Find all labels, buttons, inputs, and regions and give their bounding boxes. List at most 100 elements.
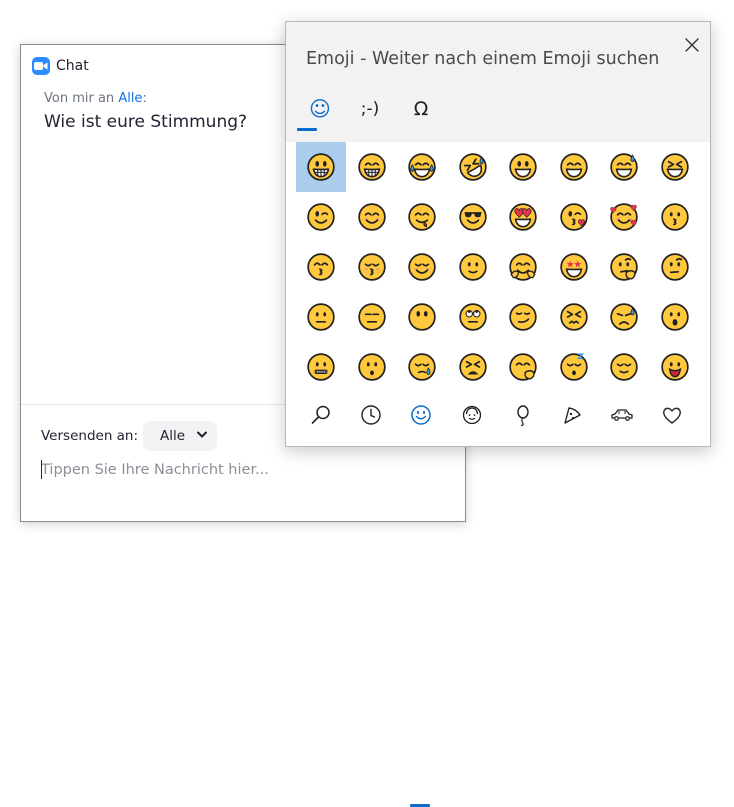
message-meta-prefix: Von mir an	[44, 91, 115, 106]
face-with-tears-of-joy-icon	[408, 153, 436, 181]
emoji-cell[interactable]	[347, 242, 397, 292]
tab-symbols[interactable]: Ω	[401, 94, 441, 124]
thinking-face-icon	[610, 253, 638, 281]
smiling-face-with-heart-eyes-icon	[509, 203, 537, 231]
message-recipient-link[interactable]: Alle	[118, 91, 142, 106]
category-food[interactable]	[557, 400, 587, 430]
chat-title: Chat	[56, 58, 89, 74]
emoji-cell[interactable]	[549, 342, 599, 392]
emoji-cell[interactable]	[549, 242, 599, 292]
emoji-cell[interactable]	[448, 342, 498, 392]
sleepy-face-icon	[408, 353, 436, 381]
send-to-label: Versenden an:	[41, 428, 139, 444]
emoji-cell[interactable]	[347, 192, 397, 242]
emoji-cell[interactable]	[498, 192, 548, 242]
emoji-cell[interactable]	[599, 242, 649, 292]
close-icon	[685, 38, 699, 52]
category-smileys[interactable]	[406, 400, 436, 430]
emoji-cell[interactable]	[650, 242, 700, 292]
face-with-rolling-eyes-icon	[458, 303, 487, 331]
recipient-select[interactable]: Alle	[143, 421, 217, 451]
emoji-cell[interactable]	[599, 192, 649, 242]
chevron-down-icon	[197, 431, 207, 438]
emoji-cell[interactable]	[347, 342, 397, 392]
emoji-cell[interactable]	[397, 142, 447, 192]
kissing-face-with-smiling-eyes-icon	[307, 253, 335, 281]
rolling-on-the-floor-laughing-icon	[458, 153, 487, 181]
face-without-mouth-icon	[408, 303, 436, 331]
smiling-face-with-hearts-icon	[610, 203, 638, 231]
emoji-cell[interactable]	[347, 292, 397, 342]
emoji-cell[interactable]	[599, 342, 649, 392]
close-button[interactable]	[682, 35, 702, 55]
smiling-face-with-sunglasses-icon	[458, 203, 487, 231]
emoji-cell[interactable]	[397, 342, 447, 392]
category-people[interactable]	[457, 400, 487, 430]
winking-face-icon	[307, 203, 335, 231]
emoji-cell[interactable]	[448, 292, 498, 342]
tab-active-indicator	[297, 128, 317, 131]
emoji-cell[interactable]	[397, 242, 447, 292]
emoji-cell[interactable]	[296, 292, 346, 342]
balloon-icon	[517, 405, 529, 426]
category-celebration[interactable]	[507, 400, 537, 430]
emoji-cell[interactable]	[650, 142, 700, 192]
tab-emoji[interactable]: ☺	[300, 94, 340, 124]
emoji-cell[interactable]	[448, 142, 498, 192]
smiley-icon: ☺	[309, 97, 331, 121]
star-struck-icon	[559, 253, 588, 281]
zoom-camera-icon	[32, 57, 50, 75]
emoji-cell[interactable]	[347, 142, 397, 192]
tab-kaomoji[interactable]: ;-)	[350, 94, 390, 124]
tired-face-icon	[458, 353, 487, 381]
emoji-cell[interactable]	[448, 242, 498, 292]
emoji-cell[interactable]	[599, 142, 649, 192]
zipper-mouth-face-icon	[307, 353, 335, 381]
kissing-face-with-closed-eyes-icon	[357, 253, 386, 281]
persevering-face-icon	[559, 303, 588, 331]
emoji-cell[interactable]	[549, 142, 599, 192]
hugging-face-icon	[509, 253, 537, 281]
emoji-cell[interactable]	[650, 342, 700, 392]
emoji-cell[interactable]	[599, 292, 649, 342]
emoji-cell[interactable]	[650, 292, 700, 342]
emoji-cell[interactable]	[498, 142, 548, 192]
category-recent[interactable]	[356, 400, 386, 430]
smiling-face-icon	[408, 253, 436, 281]
emoji-cell[interactable]	[549, 292, 599, 342]
emoji-cell[interactable]	[296, 192, 346, 242]
grinning-face-icon	[307, 153, 335, 181]
face-blowing-a-kiss-icon	[559, 203, 588, 231]
emoji-grid	[296, 142, 700, 392]
grinning-face-with-smiling-eyes-icon	[559, 153, 588, 181]
person-icon	[462, 405, 482, 425]
emoji-cell[interactable]	[448, 192, 498, 242]
emoji-cell[interactable]	[296, 242, 346, 292]
face-with-tongue-icon	[660, 353, 689, 381]
sad-but-relieved-face-icon	[610, 303, 638, 331]
emoji-category-bar	[286, 392, 710, 807]
smiling-face-with-smiling-eyes-icon	[357, 203, 386, 231]
clock-icon	[361, 405, 381, 425]
category-symbols[interactable]	[657, 400, 687, 430]
pizza-icon	[564, 407, 581, 424]
emoji-cell[interactable]	[549, 192, 599, 242]
expressionless-face-icon	[357, 303, 386, 331]
emoji-cell[interactable]	[498, 242, 548, 292]
face-with-open-mouth-icon	[660, 303, 689, 331]
search-icon	[311, 405, 330, 424]
category-travel[interactable]	[607, 400, 637, 430]
emoji-cell[interactable]	[397, 292, 447, 342]
text-cursor	[41, 460, 42, 479]
smiley-icon	[411, 405, 431, 425]
message-input[interactable]	[41, 459, 461, 481]
omega-icon: Ω	[413, 98, 429, 120]
category-search[interactable]	[306, 400, 336, 430]
emoji-cell[interactable]	[498, 292, 548, 342]
emoji-cell[interactable]	[650, 192, 700, 242]
message-meta: Von mir an Alle:	[44, 91, 147, 106]
emoji-cell[interactable]	[397, 192, 447, 242]
emoji-cell[interactable]	[296, 342, 346, 392]
emoji-cell[interactable]	[498, 342, 548, 392]
emoji-cell[interactable]	[296, 142, 346, 192]
